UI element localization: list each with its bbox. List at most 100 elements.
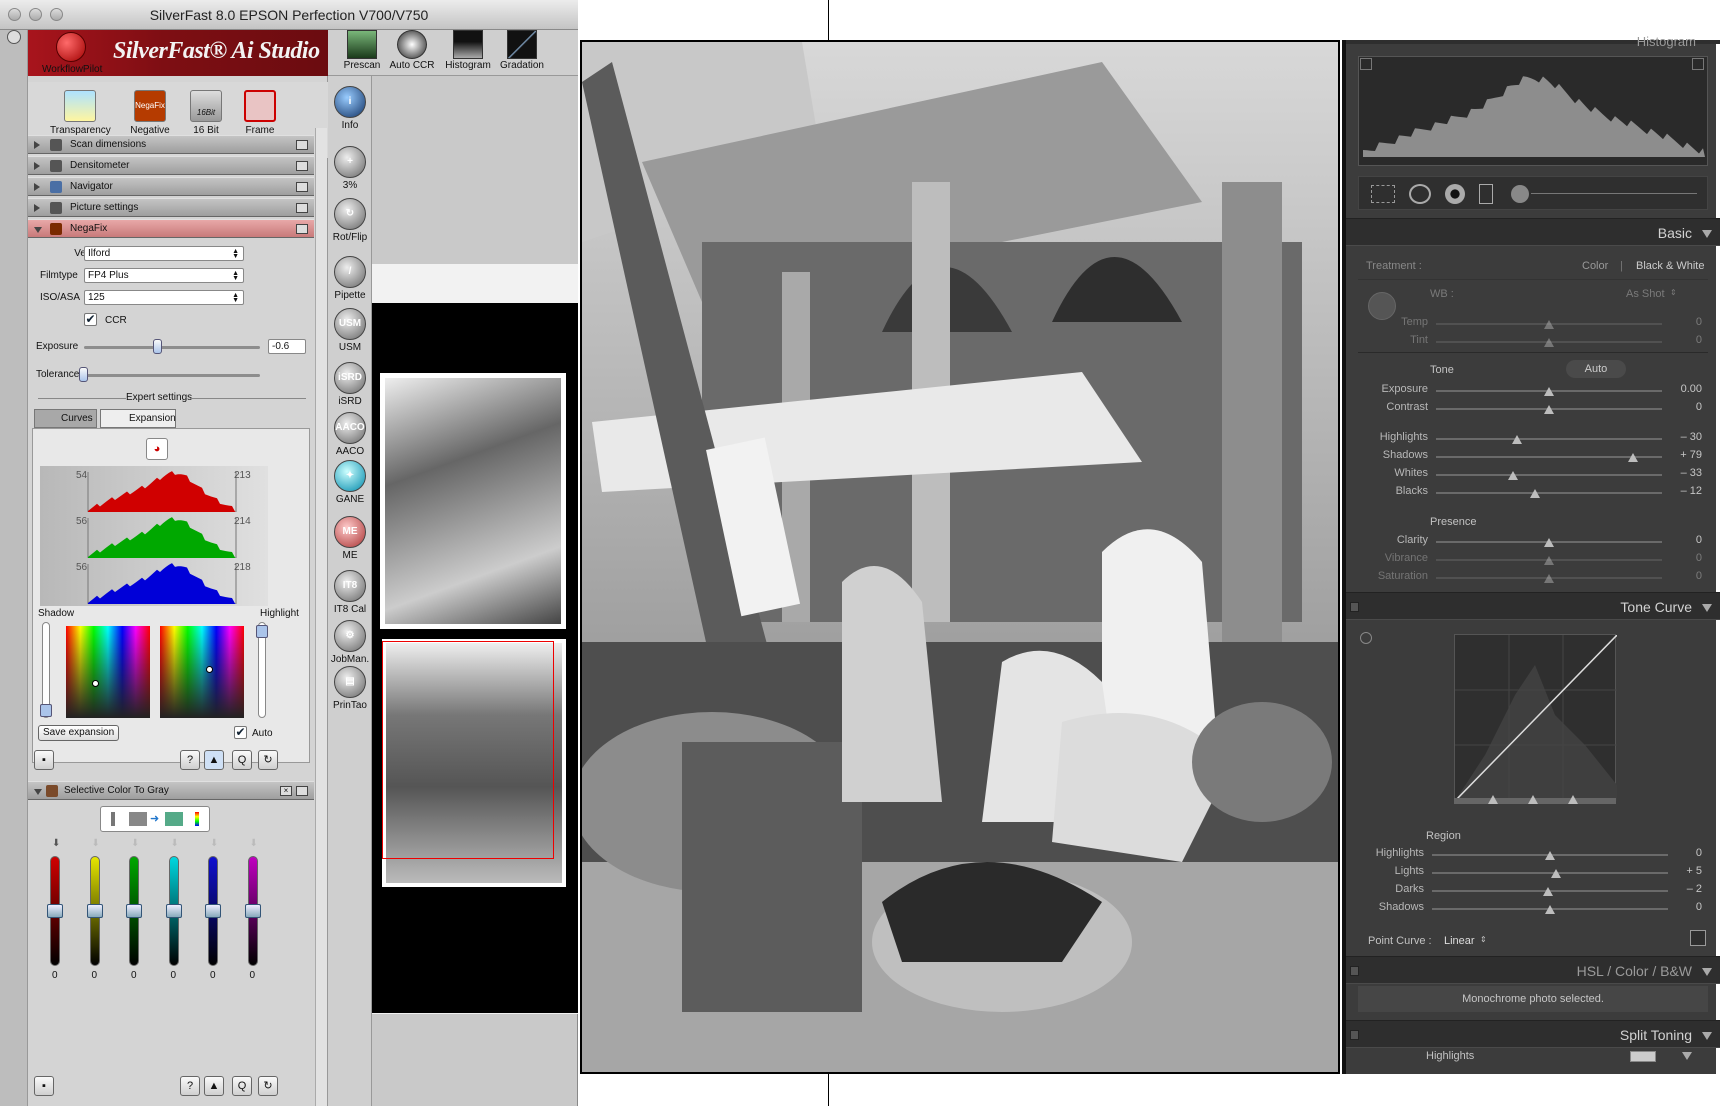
detach-icon[interactable] <box>296 161 308 171</box>
split-highlights-dropdown-icon[interactable] <box>1682 1052 1692 1060</box>
disclosure-icon[interactable] <box>34 789 42 795</box>
ccr-checkbox[interactable]: ✔ <box>84 313 97 326</box>
tolerance-track[interactable] <box>84 374 260 377</box>
highlights-track[interactable] <box>1436 438 1662 440</box>
detach-icon[interactable] <box>296 182 308 192</box>
shadow-color-picker[interactable] <box>92 680 99 687</box>
quicktime-help-icon[interactable]: Q <box>232 750 252 770</box>
region-lights-slider-knob[interactable] <box>1550 869 1561 878</box>
highlights-slider-knob[interactable] <box>1512 435 1523 444</box>
disclosure-icon[interactable] <box>34 227 42 233</box>
detach-icon[interactable] <box>296 140 308 150</box>
tool-3[interactable]: +3% <box>328 146 372 191</box>
tone-auto-button[interactable]: Auto <box>1566 360 1626 378</box>
save-settings-icon[interactable]: ▪ <box>34 750 54 770</box>
split-highlights-swatch[interactable] <box>1630 1051 1656 1062</box>
rgb-channel-icon[interactable]: ◕ <box>146 438 168 460</box>
color-to-gray-mode-button[interactable]: ➜ <box>100 806 210 832</box>
close-section-icon[interactable]: × <box>280 786 292 796</box>
blacks-track[interactable] <box>1436 492 1662 494</box>
split-handle-1[interactable] <box>1488 795 1498 804</box>
split-handle-2[interactable] <box>1528 795 1538 804</box>
selective-slider-knob[interactable] <box>86 904 103 918</box>
panel-toggle-icon[interactable] <box>1350 1030 1359 1040</box>
split-toning-header[interactable]: Split Toning <box>1346 1020 1720 1048</box>
whites-slider-knob[interactable] <box>1507 471 1518 480</box>
16bit-button[interactable]: 16Bit 16 Bit <box>176 90 236 136</box>
red-eye-icon[interactable] <box>1445 184 1465 204</box>
filmtype-select[interactable]: FP4 Plus ▲ ▼ <box>84 268 244 283</box>
tool-printao[interactable]: ▤ PrinTao <box>328 666 372 711</box>
saturation-slider-knob[interactable] <box>1544 574 1554 583</box>
region-shadows-slider-knob[interactable] <box>1545 905 1555 914</box>
section-scan-dimensions[interactable]: Scan dimensions <box>28 135 314 154</box>
section-picture-settings[interactable]: Picture settings <box>28 198 314 217</box>
selective-slider-knob[interactable] <box>165 904 182 918</box>
collapse-icon[interactable] <box>1702 1032 1712 1040</box>
target-adjust-icon[interactable] <box>1360 632 1372 644</box>
section-selective-color-to-gray[interactable]: Selective Color To Gray × <box>28 781 314 800</box>
workflow-pilot-icon[interactable] <box>56 32 86 62</box>
tone-curve-graph[interactable] <box>1454 634 1618 802</box>
iso-select[interactable]: 125 ▲ ▼ <box>84 290 244 305</box>
spot-removal-icon[interactable] <box>1409 184 1431 204</box>
tool-pipette[interactable]: / Pipette <box>328 256 372 301</box>
panel-toggle-icon[interactable] <box>1350 602 1359 612</box>
tool-gane[interactable]: ✦ GANE <box>328 460 372 505</box>
exposure-slider-knob[interactable] <box>1544 387 1554 396</box>
panel-toggle-icon[interactable] <box>1350 966 1359 976</box>
save-expansion-button[interactable]: Save expansion <box>38 725 120 741</box>
section-densitometer[interactable]: Densitometer <box>28 156 314 175</box>
gradation-button[interactable]: Gradation <box>496 30 548 71</box>
radial-filter-icon[interactable] <box>1511 185 1529 203</box>
highlight-color-picker[interactable] <box>206 666 213 673</box>
highlight-color-field[interactable] <box>160 626 244 718</box>
tab-expansion[interactable]: Expansion <box>100 409 176 428</box>
help-icon[interactable]: ? <box>180 1076 200 1096</box>
edit-point-curve-icon[interactable] <box>1690 930 1706 946</box>
split-handle-3[interactable] <box>1568 795 1578 804</box>
exposure-input[interactable]: -0.6 <box>268 339 306 354</box>
highlight-slider-knob[interactable] <box>256 625 268 638</box>
shadow-color-field[interactable] <box>66 626 150 718</box>
contrast-slider-knob[interactable] <box>1544 405 1554 414</box>
tone-curve-header[interactable]: Tone Curve <box>1346 592 1720 620</box>
highlight-clip-icon[interactable] <box>1692 58 1704 70</box>
save-settings-icon[interactable]: ▪ <box>34 1076 54 1096</box>
region-darks-slider-knob[interactable] <box>1542 887 1553 896</box>
graduated-filter-icon[interactable] <box>1479 184 1493 204</box>
tool-it8-cal[interactable]: IT8 IT8 Cal <box>328 570 372 615</box>
transparency-button[interactable]: Transparency <box>50 90 111 136</box>
reset-icon[interactable]: ↻ <box>258 750 278 770</box>
selective-slider-knob[interactable] <box>244 904 261 918</box>
tool-isrd[interactable]: iSRD iSRD <box>328 362 372 407</box>
hsl-header[interactable]: HSL / Color / B&W <box>1346 956 1720 984</box>
auto-checkbox[interactable]: ✔ <box>234 726 247 739</box>
shadow-slider-knob[interactable] <box>40 704 52 717</box>
auto-ccr-button[interactable]: Auto CCR <box>386 30 438 71</box>
detach-icon[interactable] <box>296 224 308 234</box>
collapse-icon[interactable] <box>1702 968 1712 976</box>
tolerance-slider-knob[interactable] <box>79 367 88 382</box>
tool-rot-flip[interactable]: ↻ Rot/Flip <box>328 198 372 243</box>
tool-usm[interactable]: USM USM <box>328 308 372 353</box>
vibrance-slider-knob[interactable] <box>1544 556 1554 565</box>
shadow-clip-icon[interactable] <box>1360 58 1372 70</box>
collapse-icon[interactable] <box>1702 230 1712 238</box>
clarity-slider-knob[interactable] <box>1544 538 1554 547</box>
selective-slider-knob[interactable] <box>126 904 142 918</box>
disclosure-icon[interactable] <box>34 162 40 170</box>
prescan-frame-2[interactable] <box>382 639 566 887</box>
wb-value[interactable]: As Shot <box>1626 288 1665 300</box>
whites-track[interactable] <box>1436 474 1662 476</box>
crop-icon[interactable] <box>1371 185 1395 203</box>
selective-slider-knob[interactable] <box>205 904 221 918</box>
brush-slider-track[interactable] <box>1531 193 1697 194</box>
detach-icon[interactable] <box>296 203 308 213</box>
selective-slider-knob[interactable] <box>47 904 63 918</box>
frame-button[interactable]: Frame <box>230 90 290 136</box>
exposure-slider-knob[interactable] <box>153 339 162 354</box>
basic-header[interactable]: Basic <box>1346 218 1720 246</box>
collapse-icon[interactable] <box>1702 604 1712 612</box>
exposure-track[interactable] <box>84 346 260 349</box>
